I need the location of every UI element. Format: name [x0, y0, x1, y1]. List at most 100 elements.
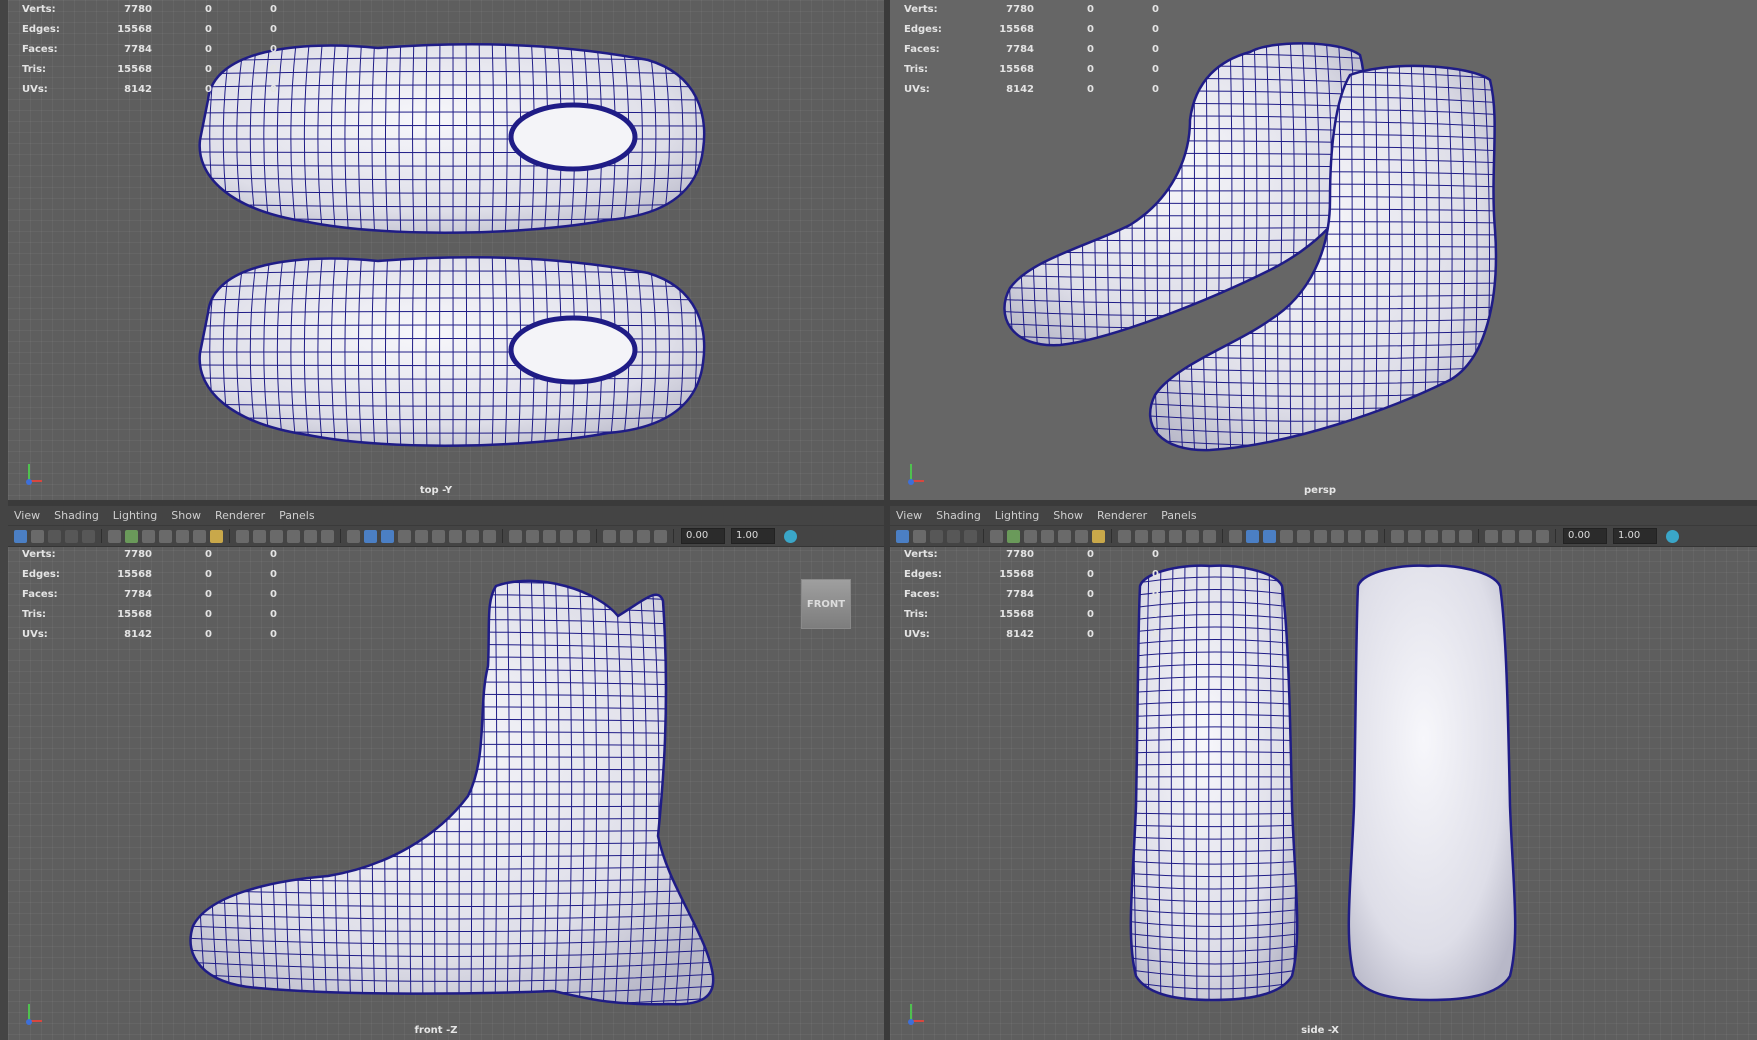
paint-tool-icon[interactable]	[603, 529, 616, 543]
wireframe-icon[interactable]	[1041, 529, 1054, 543]
shadow-icon[interactable]	[1391, 529, 1404, 543]
gamma-field[interactable]: 1.00	[731, 528, 775, 544]
menu-lighting[interactable]: Lighting	[113, 509, 157, 522]
shaded-icon[interactable]	[176, 529, 189, 543]
shaded-icon[interactable]	[1331, 529, 1344, 543]
move-tool-icon[interactable]	[347, 529, 360, 543]
paint-tool-icon[interactable]	[48, 529, 61, 543]
camera-icon[interactable]	[1280, 529, 1293, 543]
viewport-renderer-icon[interactable]	[784, 529, 797, 543]
textured-icon[interactable]	[1075, 529, 1088, 543]
menu-panels[interactable]: Panels	[279, 509, 314, 522]
move-tool-icon[interactable]	[65, 529, 78, 543]
shadow-icon[interactable]	[1118, 529, 1131, 543]
lasso-tool-icon[interactable]	[31, 529, 44, 543]
grid-icon[interactable]	[415, 529, 428, 543]
rotate-tool-icon[interactable]	[964, 529, 977, 543]
gamma-field[interactable]: 1.00	[1613, 528, 1657, 544]
xray-icon[interactable]	[1425, 529, 1438, 543]
lasso-tool-icon[interactable]	[1186, 529, 1199, 543]
select-tool-icon[interactable]	[896, 529, 909, 543]
grid-icon[interactable]	[1297, 529, 1310, 543]
stat-selected: 0	[1087, 84, 1094, 95]
light-icon[interactable]	[210, 529, 223, 543]
rotate-tool-icon[interactable]	[637, 529, 650, 543]
light-icon[interactable]	[1092, 529, 1105, 543]
scale-tool-icon[interactable]	[1263, 529, 1276, 543]
scale-tool-icon[interactable]	[1536, 529, 1549, 543]
scale-tool-icon[interactable]	[654, 529, 667, 543]
menu-show[interactable]: Show	[1053, 509, 1083, 522]
lasso-tool-icon[interactable]	[913, 529, 926, 543]
isolate-icon[interactable]	[253, 529, 266, 543]
viewcube-front[interactable]: FRONT	[801, 579, 851, 629]
move-tool-icon[interactable]	[1502, 529, 1515, 543]
xray-icon[interactable]	[543, 529, 556, 543]
menu-view[interactable]: View	[14, 509, 40, 522]
viewport-persp[interactable]: Verts: 7780 0 0 Edges: 15568 0 0 Faces: 7784 0 0 Tri…	[890, 0, 1757, 500]
move-tool-icon[interactable]	[947, 529, 960, 543]
textured-icon[interactable]	[1348, 529, 1361, 543]
stat-row: Tris: 15568 0 0	[8, 60, 277, 80]
viewport-front[interactable]: View Shading Lighting Show Renderer Panels 0.…	[8, 506, 884, 1040]
rotate-tool-icon[interactable]	[1246, 529, 1259, 543]
camera-icon[interactable]	[1007, 529, 1020, 543]
viewport-top[interactable]: Verts: 7780 0 0 Edges: 15568 0 0 Faces: 7784 0 0 Tri…	[8, 0, 884, 500]
shaded-icon[interactable]	[449, 529, 462, 543]
menu-view[interactable]: View	[896, 509, 922, 522]
wireframe-icon[interactable]	[1314, 529, 1327, 543]
lasso-tool-icon[interactable]	[304, 529, 317, 543]
light-icon[interactable]	[483, 529, 496, 543]
paint-tool-icon[interactable]	[321, 529, 334, 543]
menu-shading[interactable]: Shading	[936, 509, 981, 522]
shadow-icon[interactable]	[509, 529, 522, 543]
select-tool-icon[interactable]	[14, 529, 27, 543]
scale-tool-icon[interactable]	[108, 529, 121, 543]
exposure-field[interactable]: 0.00	[1563, 528, 1607, 544]
isolate-icon[interactable]	[1135, 529, 1148, 543]
paint-tool-icon[interactable]	[1203, 529, 1216, 543]
wireframe-icon[interactable]	[432, 529, 445, 543]
stat-row: Verts: 7780 0 0	[890, 0, 1159, 20]
select-tool-icon[interactable]	[1169, 529, 1182, 543]
paint-tool-icon[interactable]	[930, 529, 943, 543]
scale-tool-icon[interactable]	[990, 529, 1003, 543]
isolate-icon[interactable]	[1408, 529, 1421, 543]
light-icon[interactable]	[1365, 529, 1378, 543]
move-tool-icon[interactable]	[620, 529, 633, 543]
move-tool-icon[interactable]	[1229, 529, 1242, 543]
paint-tool-icon[interactable]	[1485, 529, 1498, 543]
wireframe-icon[interactable]	[159, 529, 172, 543]
lasso-tool-icon[interactable]	[577, 529, 590, 543]
menu-renderer[interactable]: Renderer	[1097, 509, 1147, 522]
xray-icon[interactable]	[1152, 529, 1165, 543]
viewport-renderer-icon[interactable]	[1666, 529, 1679, 543]
select-tool-icon[interactable]	[1442, 529, 1455, 543]
grid-icon[interactable]	[1024, 529, 1037, 543]
stat-highlighted: 0	[1152, 549, 1159, 560]
lasso-tool-icon[interactable]	[1459, 529, 1472, 543]
shadow-icon[interactable]	[236, 529, 249, 543]
textured-icon[interactable]	[193, 529, 206, 543]
rotate-tool-icon[interactable]	[82, 529, 95, 543]
rotate-tool-icon[interactable]	[364, 529, 377, 543]
select-tool-icon[interactable]	[560, 529, 573, 543]
scale-tool-icon[interactable]	[381, 529, 394, 543]
select-tool-icon[interactable]	[287, 529, 300, 543]
viewport-side[interactable]: View Shading Lighting Show Renderer Panels 0.…	[890, 506, 1757, 1040]
grid-icon[interactable]	[142, 529, 155, 543]
menu-shading[interactable]: Shading	[54, 509, 99, 522]
camera-icon[interactable]	[125, 529, 138, 543]
textured-icon[interactable]	[466, 529, 479, 543]
menu-panels[interactable]: Panels	[1161, 509, 1196, 522]
camera-icon[interactable]	[398, 529, 411, 543]
isolate-icon[interactable]	[526, 529, 539, 543]
menu-renderer[interactable]: Renderer	[215, 509, 265, 522]
menu-lighting[interactable]: Lighting	[995, 509, 1039, 522]
menu-show[interactable]: Show	[171, 509, 201, 522]
xray-icon[interactable]	[270, 529, 283, 543]
exposure-field[interactable]: 0.00	[681, 528, 725, 544]
stat-highlighted: 0	[270, 549, 277, 560]
rotate-tool-icon[interactable]	[1519, 529, 1532, 543]
shaded-icon[interactable]	[1058, 529, 1071, 543]
